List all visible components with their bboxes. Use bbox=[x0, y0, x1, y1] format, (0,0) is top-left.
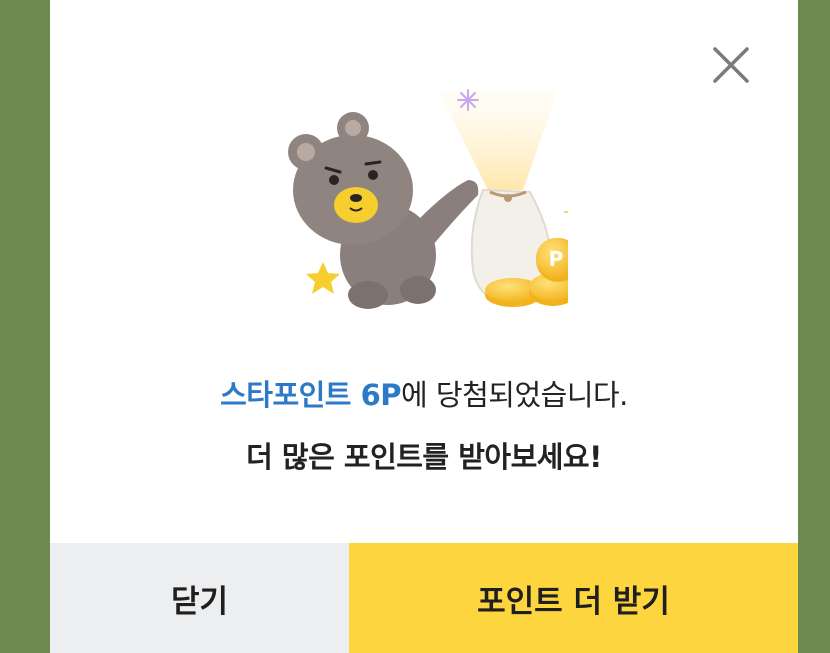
close-dialog-button[interactable] bbox=[708, 42, 754, 88]
reward-sub-message: 더 많은 포인트를 받아보세요! bbox=[246, 440, 602, 474]
close-button[interactable]: 닫기 bbox=[50, 543, 349, 653]
get-more-points-button[interactable]: 포인트 더 받기 bbox=[349, 543, 798, 653]
reward-message: 스타포인트 6P에 당첨되었습니다. bbox=[50, 372, 798, 414]
points-reward-dialog: P 스타포인트 6P에 당첨되었습니다. 더 많은 포인트를 받아보세요! 닫기… bbox=[50, 0, 798, 653]
coin-label: P bbox=[549, 247, 564, 271]
reward-points-highlight: 스타포인트 6P bbox=[220, 378, 402, 412]
reward-message-rest: 에 당첨되었습니다. bbox=[401, 378, 628, 412]
bear-with-money-bag-illustration: P bbox=[268, 80, 601, 320]
close-icon bbox=[713, 47, 749, 83]
